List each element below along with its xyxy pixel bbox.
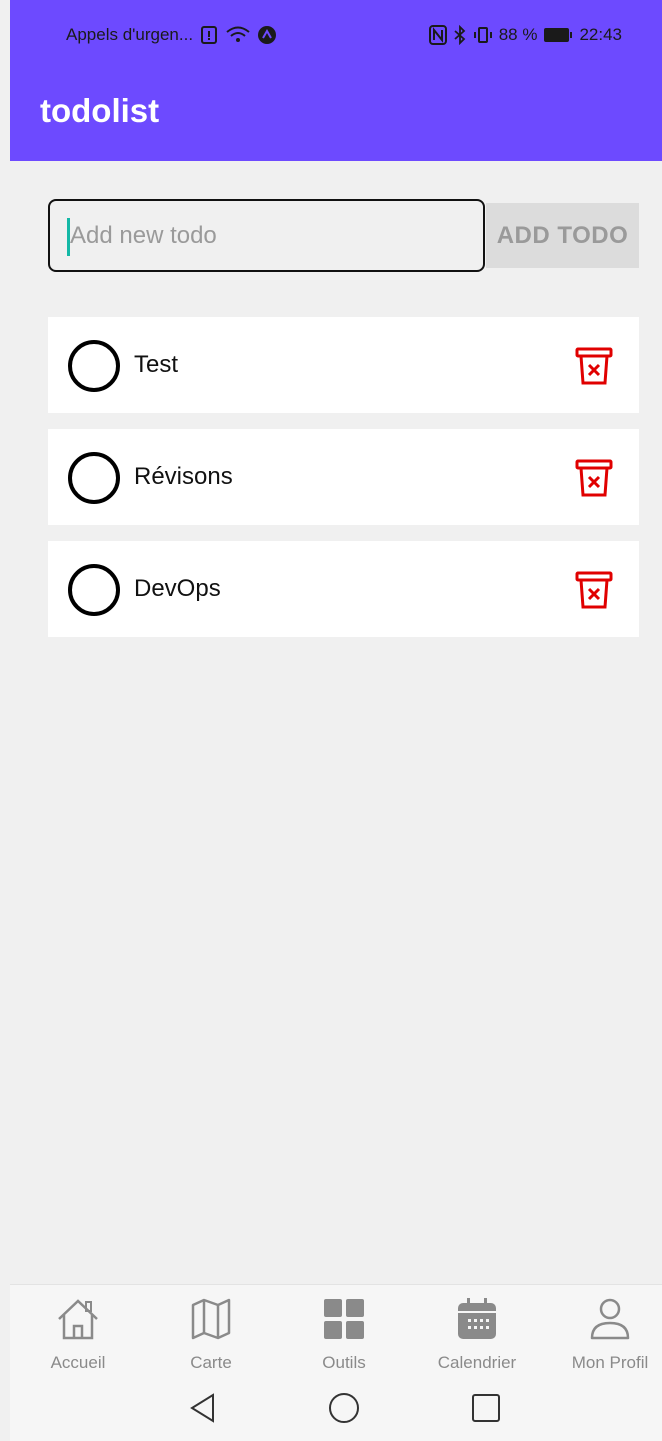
recents-icon[interactable] [471, 1393, 501, 1428]
clock: 22:43 [579, 25, 622, 44]
bottom-nav: Accueil Carte Outils Calendrier Mon Prof… [10, 1284, 662, 1374]
battery-percent: 88 % [498, 25, 538, 44]
nav-label: Accueil [50, 1353, 106, 1372]
todo-label: DevOps [134, 575, 221, 602]
delete-icon[interactable] [575, 570, 613, 615]
back-icon[interactable] [188, 1392, 218, 1429]
todo-checkbox[interactable] [68, 564, 120, 616]
page-title: todolist [40, 92, 160, 129]
text-cursor [67, 218, 70, 256]
add-todo-button[interactable]: ADD TODO [486, 203, 639, 268]
wifi-icon [225, 25, 251, 45]
profile-icon [550, 1285, 662, 1345]
nav-item-mon-profil[interactable]: Mon Profil [550, 1285, 662, 1373]
vibrate-icon [473, 25, 493, 45]
status-bar: Appels d'urgen... 88 % 22:43 [10, 0, 662, 70]
grid-icon [284, 1285, 404, 1345]
status-left: Appels d'urgen... [66, 25, 277, 45]
todo-checkbox[interactable] [68, 452, 120, 504]
calendar-icon [417, 1285, 537, 1345]
delete-icon[interactable] [575, 458, 613, 503]
home-circle-icon[interactable] [328, 1392, 360, 1429]
battery-icon [543, 27, 573, 43]
delete-icon[interactable] [575, 346, 613, 391]
nfc-icon [428, 25, 447, 45]
nav-label: Carte [190, 1353, 232, 1372]
todo-item: DevOps [48, 541, 639, 637]
nav-label: Calendrier [437, 1353, 517, 1372]
app-notification-icon [257, 25, 277, 45]
new-todo-input[interactable] [50, 201, 483, 270]
app-header: Appels d'urgen... 88 % 22:43 todolist [10, 0, 662, 161]
todo-label: Révisons [134, 463, 233, 490]
new-todo-field[interactable] [48, 199, 485, 272]
todo-item: Révisons [48, 429, 639, 525]
nav-item-calendrier[interactable]: Calendrier [417, 1285, 537, 1373]
carrier-text: Appels d'urgen... [66, 25, 194, 44]
system-nav-bar [10, 1374, 662, 1441]
nav-item-outils[interactable]: Outils [284, 1285, 404, 1373]
map-icon [151, 1285, 271, 1345]
home-icon [18, 1285, 138, 1345]
nav-item-carte[interactable]: Carte [151, 1285, 271, 1373]
todo-checkbox[interactable] [68, 340, 120, 392]
nav-item-accueil[interactable]: Accueil [18, 1285, 138, 1373]
nav-label: Outils [322, 1353, 366, 1372]
nav-label: Mon Profil [571, 1353, 649, 1372]
todo-label: Test [134, 351, 179, 378]
todo-item: Test [48, 317, 639, 413]
sim-alert-icon [199, 25, 219, 45]
status-right: 88 % 22:43 [428, 25, 622, 45]
bluetooth-icon [453, 25, 467, 45]
